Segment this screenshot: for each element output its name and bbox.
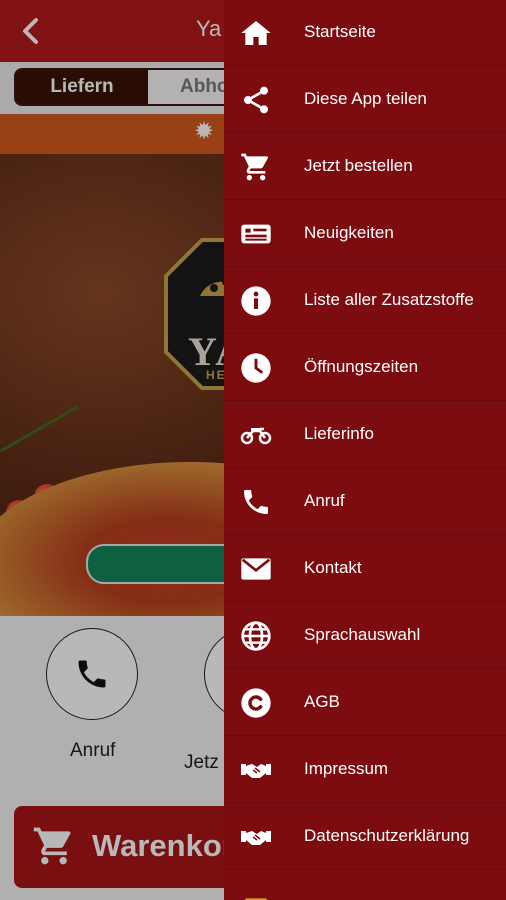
menu-item-additives[interactable]: Liste aller Zusatzstoffe <box>224 268 506 334</box>
news-icon <box>240 218 272 250</box>
menu-item-label: Neuigkeiten <box>304 223 394 242</box>
navigation-drawer: Startseite Diese App teilen Jetzt bestel… <box>224 0 506 900</box>
menu-item-terms[interactable]: AGB <box>224 670 506 736</box>
menu-item-call[interactable]: Anruf <box>224 469 506 535</box>
share-icon <box>240 84 272 116</box>
handshake-icon <box>240 821 272 853</box>
menu-item-news[interactable]: Neuigkeiten <box>224 201 506 267</box>
clock-icon <box>240 352 272 384</box>
menu-item-imprint[interactable]: Impressum <box>224 737 506 803</box>
info-icon <box>240 285 272 317</box>
menu-item-label: Sprachauswahl <box>304 625 421 644</box>
menu-item-label: Öffnungszeiten <box>304 357 419 376</box>
cart-icon <box>240 151 272 183</box>
home-icon <box>240 17 272 49</box>
globe-icon <box>240 620 272 652</box>
motorcycle-icon <box>240 419 272 451</box>
menu-item-delivery-info[interactable]: Lieferinfo <box>224 402 506 468</box>
menu-item-language[interactable]: Sprachauswahl <box>224 603 506 669</box>
menu-item-startseite[interactable]: Startseite <box>224 0 506 66</box>
mail-icon <box>240 553 272 585</box>
phone-icon <box>240 486 272 518</box>
menu-item-share[interactable]: Diese App teilen <box>224 67 506 133</box>
menu-item-order[interactable]: Jetzt bestellen <box>224 134 506 200</box>
menu-item-label: Liste aller Zusatzstoffe <box>304 290 474 309</box>
handshake-icon <box>240 754 272 786</box>
menu-item-label: Datenschutzerklärung <box>304 826 470 845</box>
menu-item-hours[interactable]: Öffnungszeiten <box>224 335 506 401</box>
menu-item-label: Lieferinfo <box>304 424 374 443</box>
flag-icon <box>240 893 272 900</box>
menu-item-label: Diese App teilen <box>304 89 427 108</box>
menu-item-label: Impressum <box>304 759 389 778</box>
menu-item-label: AGB <box>304 692 340 711</box>
menu-item-label: Kontakt <box>304 558 362 577</box>
menu-item-label: Jetzt bestellen <box>304 156 413 175</box>
menu-item-contact[interactable]: Kontakt <box>224 536 506 602</box>
menu-item-label: Startseite <box>304 22 376 41</box>
copyright-icon <box>240 687 272 719</box>
menu-item-partial[interactable] <box>224 871 506 900</box>
menu-item-privacy[interactable]: Datenschutzerklärung <box>224 804 506 870</box>
menu-item-label: Anruf <box>304 491 345 510</box>
